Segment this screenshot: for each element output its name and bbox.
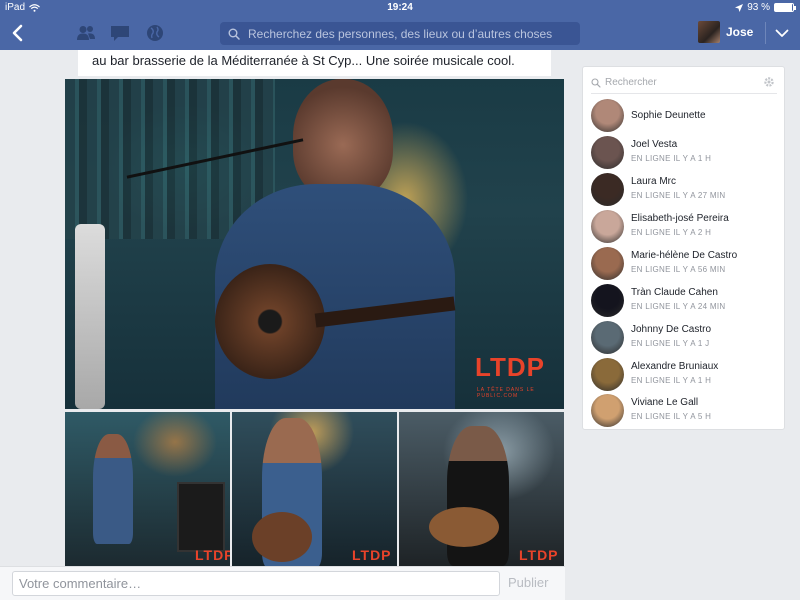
top-navigation-bar: Jose	[0, 16, 800, 50]
contact-avatar	[591, 173, 624, 206]
comment-bar: Publier	[0, 566, 565, 600]
contact-name: Elisabeth-josé Pereira	[631, 213, 729, 224]
chevron-down-icon	[775, 29, 789, 37]
post-photo-thumbnail-2[interactable]: LTDP	[232, 412, 397, 566]
contact-name: Viviane Le Gall	[631, 397, 699, 408]
contact-name: Laura Mrc	[631, 176, 677, 187]
contact-name: Marie-hélène De Castro	[631, 250, 738, 261]
publish-button[interactable]: Publier	[508, 575, 548, 590]
location-arrow-icon	[735, 3, 744, 12]
contact-status: EN LIGNE IL Y A 5 H	[631, 412, 712, 421]
ios-status-bar: iPad 19:24 93 %	[0, 0, 800, 16]
chat-contact[interactable]: Johnny De Castro EN LIGNE IL Y A 1 J	[591, 320, 781, 356]
chat-sidebar: Sophie Deunette Joel Vesta EN LIGNE IL Y…	[582, 66, 785, 430]
contact-status: EN LIGNE IL Y A 1 H	[631, 376, 712, 385]
search-icon	[228, 28, 240, 40]
profile-name: Jose	[726, 25, 754, 39]
friends-icon	[77, 26, 95, 40]
contact-status: EN LIGNE IL Y A 24 MIN	[631, 302, 726, 311]
thumb-watermark-logo: LTDP	[195, 547, 230, 563]
profile-avatar	[698, 21, 720, 43]
thumb-guitar	[252, 512, 312, 562]
photo-musician-head	[293, 79, 393, 199]
contact-avatar	[591, 284, 624, 317]
contact-avatar	[591, 247, 624, 280]
chat-contact[interactable]: Sophie Deunette	[591, 98, 781, 134]
contact-name: Tràn Claude Cahen	[631, 287, 718, 298]
back-arrow-icon	[12, 24, 23, 42]
thumb-guitar	[429, 507, 499, 547]
contact-avatar	[591, 321, 624, 354]
comment-input[interactable]	[12, 571, 500, 596]
messages-icon	[111, 25, 129, 41]
contact-name: Alexandre Bruniaux	[631, 361, 719, 372]
nav-divider	[765, 22, 766, 44]
messages-button[interactable]	[110, 24, 130, 42]
thumb-watermark-logo: LTDP	[519, 547, 559, 563]
account-menu-button[interactable]	[772, 24, 792, 42]
contact-avatar	[591, 358, 624, 391]
chat-contact[interactable]: Marie-hélène De Castro EN LIGNE IL Y A 5…	[591, 246, 781, 282]
post-text: au bar brasserie de la Méditerranée à St…	[78, 50, 551, 76]
post-photo-thumbnail-1[interactable]: LTDP	[65, 412, 230, 566]
chat-contact[interactable]: Laura Mrc EN LIGNE IL Y A 27 MIN	[591, 172, 781, 208]
chat-contact[interactable]: Tràn Claude Cahen EN LIGNE IL Y A 24 MIN	[591, 283, 781, 319]
contact-name: Sophie Deunette	[631, 110, 706, 121]
chat-contact[interactable]: Elisabeth-josé Pereira EN LIGNE IL Y A 2…	[591, 209, 781, 245]
chat-contact[interactable]: Viviane Le Gall EN LIGNE IL Y A 5 H	[591, 393, 781, 429]
globe-icon	[147, 25, 163, 41]
chat-search-input[interactable]	[605, 77, 755, 88]
status-right: 93 %	[735, 2, 796, 13]
back-button[interactable]	[6, 20, 28, 46]
contact-avatar	[591, 394, 624, 427]
contact-status: EN LIGNE IL Y A 1 H	[631, 154, 712, 163]
contact-status: EN LIGNE IL Y A 2 H	[631, 228, 712, 237]
chat-contact[interactable]: Joel Vesta EN LIGNE IL Y A 1 H	[591, 135, 781, 171]
search-input[interactable]	[248, 26, 568, 41]
profile-link[interactable]: Jose	[698, 21, 753, 43]
contact-avatar	[591, 136, 624, 169]
friends-button[interactable]	[76, 24, 96, 42]
photo-watermark-subtext: LA TÊTE DANS LE PUBLIC.COM	[477, 387, 535, 399]
contact-name: Johnny De Castro	[631, 324, 712, 335]
search-icon	[591, 77, 601, 88]
notifications-button[interactable]	[145, 24, 165, 42]
chat-contact[interactable]: Alexandre Bruniaux EN LIGNE IL Y A 1 H	[591, 357, 781, 393]
contact-status: EN LIGNE IL Y A 1 J	[631, 339, 710, 348]
post-main-photo[interactable]: LTDP LA TÊTE DANS LE PUBLIC.COM	[65, 79, 564, 409]
search-bar[interactable]	[220, 22, 580, 45]
gear-icon[interactable]	[763, 76, 775, 88]
photo-electric-guitar	[75, 224, 105, 409]
thumb-watermark-logo: LTDP	[352, 547, 392, 563]
contact-name: Joel Vesta	[631, 139, 678, 150]
photo-guitar	[215, 264, 325, 379]
photo-watermark-logo: LTDP	[475, 352, 545, 382]
post-photo-thumbnail-3[interactable]: LTDP	[399, 412, 564, 566]
battery-percent: 93 %	[747, 2, 770, 13]
thumb-amplifier	[177, 482, 225, 552]
clock: 19:24	[387, 2, 413, 13]
chat-search-bar[interactable]	[591, 72, 777, 94]
contact-status: EN LIGNE IL Y A 27 MIN	[631, 191, 726, 200]
contact-avatar	[591, 99, 624, 132]
contact-status: EN LIGNE IL Y A 56 MIN	[631, 265, 726, 274]
thumb-musician	[93, 434, 133, 544]
battery-icon	[774, 3, 796, 12]
battery-level	[775, 4, 792, 11]
contact-avatar	[591, 210, 624, 243]
